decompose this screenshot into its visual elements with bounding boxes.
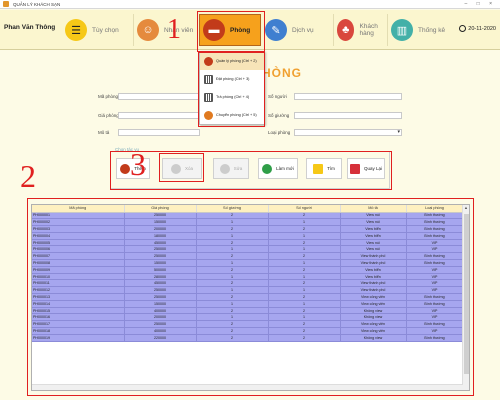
nav-label: Thống kê — [418, 26, 446, 34]
annotation-number-3: 3 — [130, 146, 146, 182]
nav-nhan-vien[interactable]: ☺ Nhân viên — [134, 14, 198, 46]
customer-icon: ♣ — [337, 19, 355, 41]
nav-label: Dịch vụ — [292, 26, 314, 34]
annotation-box-dropdown — [198, 52, 265, 127]
window-title: QUẢN LÝ KHÁCH SẠN — [13, 1, 61, 7]
nav-label: Khách hàng — [359, 23, 378, 37]
annotation-number-2: 2 — [20, 158, 36, 194]
annotation-number-1: 1 — [167, 14, 181, 45]
nav-dich-vu[interactable]: ✎ Dịch vụ — [262, 14, 334, 46]
label-loai-phong: Loại phòng — [268, 130, 291, 135]
label-mo-ta: Mô tả — [98, 130, 110, 135]
annotation-box-xoa — [159, 153, 204, 182]
annotation-box-nav — [197, 11, 265, 52]
nav-label: Tùy chọn — [92, 26, 119, 34]
so-nguoi-input[interactable] — [294, 93, 402, 100]
nav-thong-ke[interactable]: ▥ Thống kê — [388, 14, 450, 46]
user-name: Phan Văn Thông — [4, 24, 56, 31]
mo-ta-input[interactable] — [118, 129, 200, 136]
service-icon: ✎ — [265, 19, 287, 41]
so-giuong-input[interactable] — [294, 112, 402, 119]
nav-tuy-chon[interactable]: ☰ Tùy chọn — [62, 14, 134, 46]
label-so-nguoi: Số người — [268, 94, 287, 99]
clock-icon — [459, 25, 467, 32]
annotation-box-actions — [110, 151, 392, 190]
window-controls[interactable]: – □ × — [465, 1, 497, 7]
label-ma-phong: Mã phòng — [98, 94, 119, 99]
current-date: 20-11-2020 — [468, 25, 496, 32]
label-gia-phong: Giá phòng — [98, 113, 119, 118]
loai-phong-select[interactable] — [294, 129, 402, 136]
annotation-box-table — [27, 198, 474, 396]
nav-khach-hang[interactable]: ♣ Khách hàng — [334, 14, 388, 46]
gia-phong-input[interactable] — [118, 112, 200, 119]
list-icon: ☰ — [65, 19, 87, 41]
people-icon: ☺ — [137, 19, 159, 41]
ma-phong-input[interactable] — [118, 93, 200, 100]
page-title: HÒNG — [262, 66, 302, 80]
date-display: 20-11-2020 — [459, 25, 496, 32]
chart-icon: ▥ — [391, 19, 413, 41]
label-so-giuong: Số giường — [268, 113, 290, 118]
title-bar: QUẢN LÝ KHÁCH SẠN – □ × — [0, 0, 500, 9]
app-icon — [3, 1, 9, 7]
